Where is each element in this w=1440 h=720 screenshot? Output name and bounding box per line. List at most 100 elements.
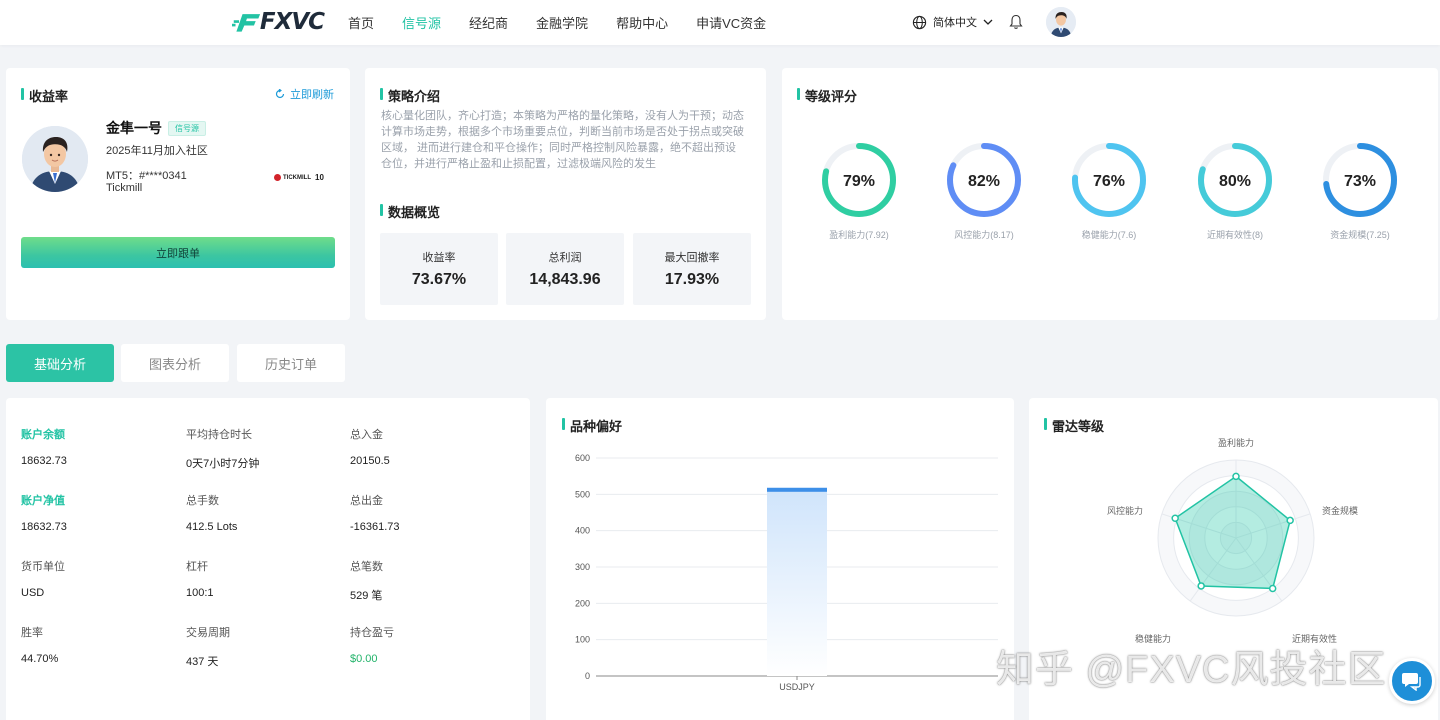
- chat-icon: [1402, 673, 1421, 691]
- ring-percent: 73%: [1344, 173, 1376, 190]
- account-stat-label: 总笔数: [350, 561, 383, 573]
- radar-axis-label: 资金规模: [1322, 505, 1358, 516]
- ring-label: 近期有效性(8): [1207, 230, 1263, 240]
- stat-label: 总利润: [548, 252, 582, 264]
- account-stat-value: 18632.73: [21, 521, 67, 533]
- grade-ring-svg: 76%: [1072, 143, 1146, 217]
- account-stat-value: 100:1: [186, 587, 214, 599]
- ring-label: 盈利能力(7.92): [829, 230, 889, 240]
- account-stat-value: 437 天: [186, 656, 219, 668]
- language-label: 简体中文: [933, 17, 977, 29]
- broker-logo-dot-icon: [274, 174, 281, 181]
- product-preference-card: 品种偏好 0 100 200 300 400 500 600 USDJPY: [546, 398, 1014, 720]
- globe-icon: [912, 15, 927, 29]
- account-stat: 交易周期 437 天: [186, 624, 346, 669]
- radar-point[interactable]: [1232, 472, 1240, 481]
- account-stat: 总手数 412.5 Lots: [186, 492, 346, 533]
- account-stat-label: 交易周期: [186, 627, 230, 639]
- bar-top: [767, 487, 827, 492]
- account-stat-label: 总入金: [350, 429, 383, 441]
- stat-value: 17.93%: [664, 271, 720, 288]
- follow-trade-button[interactable]: 立即跟单: [21, 237, 335, 268]
- account-stat-label: 账户净值: [21, 495, 65, 507]
- ring-percent: 76%: [1093, 173, 1125, 190]
- nav-item-1[interactable]: 信号源: [402, 13, 441, 32]
- stat-label: 最大回撤率: [664, 252, 720, 264]
- trader-avatar-icon: [22, 126, 88, 192]
- trader-avatar: [22, 126, 88, 192]
- grade-ring-svg: 79%: [822, 143, 896, 217]
- tab-basic-analysis[interactable]: 基础分析: [6, 344, 114, 382]
- profile-card-title: 收益率: [21, 86, 68, 105]
- broker-logo-badge: 10: [315, 173, 324, 182]
- refresh-label: 立即刷新: [290, 89, 334, 101]
- trader-name: 金隼一号: [106, 120, 162, 136]
- grade-ring-4: 73% 资金规模(7.25): [1320, 140, 1400, 241]
- y-tick-label: 100: [575, 635, 590, 645]
- nav-item-0[interactable]: 首页: [348, 13, 374, 32]
- ring-label: 资金规模(7.25): [1330, 230, 1390, 240]
- grade-title: 等级评分: [797, 86, 857, 105]
- account-stat-value: 529 笔: [350, 590, 383, 602]
- tab-chart-analysis[interactable]: 图表分析: [121, 344, 229, 382]
- account-stat-value: USD: [21, 587, 45, 599]
- account-stat-label: 平均持仓时长: [186, 429, 252, 441]
- radar-point[interactable]: [1171, 514, 1179, 522]
- x-tick-label: USDJPY: [779, 682, 815, 692]
- radar-point[interactable]: [1197, 582, 1205, 590]
- user-avatar[interactable]: [1046, 7, 1076, 37]
- nav-item-2[interactable]: 经纪商: [469, 13, 508, 32]
- logo-text: FXVC: [259, 9, 325, 35]
- y-tick-label: 400: [575, 526, 590, 536]
- grade-ring-svg: 73%: [1323, 143, 1397, 217]
- nav-item-3[interactable]: 金融学院: [536, 13, 588, 32]
- ring-label: 风控能力(8.17): [954, 230, 1014, 240]
- y-tick-label: 0: [585, 671, 590, 681]
- stat-label: 收益率: [422, 252, 456, 264]
- account-stat: 杠杆 100:1: [186, 558, 346, 599]
- refresh-icon: [275, 89, 285, 99]
- broker-name: Tickmill: [106, 182, 143, 194]
- broker-logo-text: TICKMILL: [283, 174, 311, 181]
- radar-point[interactable]: [1286, 516, 1294, 525]
- bell-icon[interactable]: [1009, 14, 1023, 30]
- fxvc-logo[interactable]: FXVC: [232, 9, 325, 35]
- nav-item-5[interactable]: 申请VC资金: [696, 13, 766, 32]
- y-tick-label: 600: [575, 453, 590, 463]
- radar-axis-label: 盈利能力: [1218, 437, 1254, 448]
- account-stat-value: -16361.73: [350, 521, 400, 533]
- nav-item-4[interactable]: 帮助中心: [616, 13, 668, 32]
- radar-point[interactable]: [1268, 584, 1277, 593]
- language-selector[interactable]: 简体中文: [912, 14, 993, 30]
- stat-value: 14,843.96: [529, 271, 601, 288]
- joined-date: 2025年11月加入社区: [106, 145, 208, 157]
- account-stat-value: $0.00: [350, 653, 378, 665]
- account-stat-label: 账户余额: [21, 429, 65, 441]
- account-stat: 货币单位 USD: [21, 558, 181, 599]
- ring-percent: 80%: [1219, 173, 1251, 190]
- account-stat: 总出金 -16361.73: [350, 492, 510, 533]
- y-tick-label: 500: [575, 489, 590, 499]
- account-stat-label: 胜率: [21, 627, 43, 639]
- account-stat: 账户余额 18632.73: [21, 426, 181, 467]
- account-stat-label: 总出金: [350, 495, 383, 507]
- stat-box-profit: 总利润 14,843.96: [506, 233, 624, 305]
- ring-percent: 79%: [843, 173, 875, 190]
- account-stat: 账户净值 18632.73: [21, 492, 181, 533]
- chat-button[interactable]: [1389, 658, 1435, 704]
- chevron-down-icon: [983, 19, 993, 25]
- account-stat: 胜率 44.70%: [21, 624, 181, 665]
- grade-card: 等级评分 79% 盈利能力(7.92) 82% 风控能力(8.17) 76% 稳健能力(7…: [782, 68, 1438, 320]
- account-stat: 持仓盈亏 $0.00: [350, 624, 510, 665]
- grade-ring-1: 82% 风控能力(8.17): [944, 140, 1024, 241]
- mt5-account: MT5：#****0341: [106, 170, 187, 182]
- stat-value: 73.67%: [411, 271, 467, 288]
- grade-ring-svg: 82%: [947, 143, 1021, 217]
- bar[interactable]: [767, 487, 827, 676]
- refresh-button[interactable]: 立即刷新: [275, 86, 334, 102]
- ring-label: 稳健能力(7.6): [1081, 230, 1137, 240]
- grade-ring-0: 79% 盈利能力(7.92): [819, 140, 899, 241]
- strategy-description: 核心量化团队，齐心打造；本策略为严格的量化策略，没有人为干预；动态计算市场走势，…: [381, 110, 744, 170]
- grade-ring-2: 76% 稳健能力(7.6): [1069, 140, 1149, 241]
- tab-history-orders[interactable]: 历史订单: [237, 344, 345, 382]
